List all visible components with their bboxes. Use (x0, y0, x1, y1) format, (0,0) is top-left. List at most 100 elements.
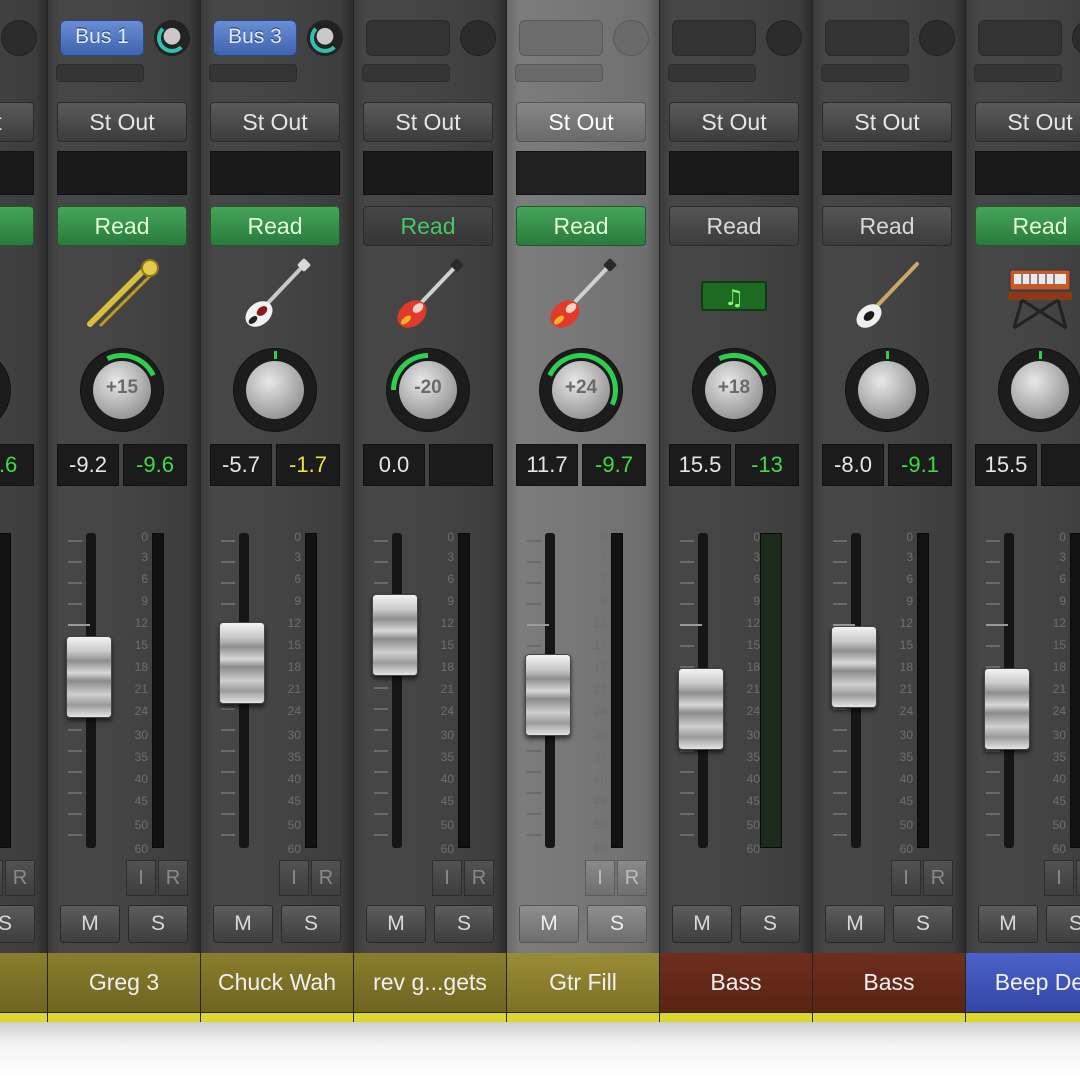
solo-button[interactable]: S (587, 905, 647, 943)
group-slot[interactable] (363, 151, 493, 195)
mute-button[interactable]: M (825, 905, 885, 943)
track-name[interactable]: Gtr Fill (507, 953, 659, 1013)
output-button[interactable]: St Out (516, 102, 646, 142)
input-monitor-button[interactable]: I (891, 860, 921, 896)
output-button[interactable]: St Out (363, 102, 493, 142)
insert-slot[interactable] (668, 64, 756, 82)
send-level-knob[interactable] (1072, 20, 1080, 56)
volume-fader[interactable] (831, 626, 877, 708)
send-level-knob[interactable] (613, 20, 649, 56)
automation-mode-button[interactable]: Read (822, 206, 952, 246)
pan-knob[interactable]: +24 (533, 342, 629, 438)
automation-mode-button[interactable]: Read (57, 206, 187, 246)
output-button[interactable]: St Out (0, 102, 34, 142)
insert-slot[interactable] (362, 64, 450, 82)
output-button[interactable]: St Out (822, 102, 952, 142)
mute-button[interactable]: M (60, 905, 120, 943)
group-slot[interactable] (669, 151, 799, 195)
pan-knob[interactable] (998, 348, 1080, 432)
volume-fader[interactable] (984, 668, 1030, 750)
solo-button[interactable]: S (1046, 905, 1080, 943)
fader-track[interactable] (392, 533, 402, 848)
input-monitor-button[interactable]: I (0, 860, 3, 896)
automation-mode-button[interactable]: Read (975, 206, 1080, 246)
peak-readout[interactable]: 9.6 (0, 444, 34, 486)
bus-send-button[interactable]: Bus 3 (213, 20, 297, 56)
peak-readout[interactable] (429, 444, 493, 486)
automation-mode-button[interactable]: Read (669, 206, 799, 246)
input-monitor-button[interactable]: I (432, 860, 462, 896)
automation-mode-button[interactable]: Read (363, 206, 493, 246)
peak-readout[interactable]: -9.1 (888, 444, 952, 486)
guitar-icon[interactable] (0, 258, 9, 334)
track-name[interactable]: Bass (813, 953, 965, 1013)
send-level-knob[interactable] (1, 20, 37, 56)
send-level-knob[interactable] (919, 20, 955, 56)
group-slot[interactable] (516, 151, 646, 195)
track-name[interactable]: Greg 3 (48, 953, 200, 1013)
solo-button[interactable]: S (434, 905, 494, 943)
track-name[interactable]: Chuck Wah (201, 953, 353, 1013)
insert-slot[interactable] (515, 64, 603, 82)
red-guitar-icon[interactable] (388, 258, 468, 334)
peak-readout[interactable] (1041, 444, 1080, 486)
input-monitor-button[interactable]: I (1044, 860, 1074, 896)
track-name[interactable]: rev g...gets (354, 953, 506, 1013)
mute-button[interactable]: M (519, 905, 579, 943)
volume-fader[interactable] (525, 654, 571, 736)
input-monitor-button[interactable]: I (585, 860, 615, 896)
peak-readout[interactable]: -1.7 (276, 444, 340, 486)
automation-mode-button[interactable]: Read (516, 206, 646, 246)
send-slot[interactable] (366, 20, 450, 56)
send-slot[interactable] (978, 20, 1062, 56)
peak-readout[interactable]: -9.7 (582, 444, 646, 486)
insert-slot[interactable] (209, 64, 297, 82)
solo-button[interactable]: S (893, 905, 953, 943)
synth-keyboard-icon[interactable] (1000, 258, 1080, 334)
send-level-knob[interactable] (766, 20, 802, 56)
midi-region-icon[interactable]: ♫ (694, 258, 774, 334)
volume-fader[interactable] (219, 622, 265, 704)
record-enable-button[interactable]: R (464, 860, 494, 896)
peak-readout[interactable]: -13 (735, 444, 799, 486)
track-name[interactable]: Bass (660, 953, 812, 1013)
group-slot[interactable] (975, 151, 1080, 195)
volume-fader[interactable] (66, 636, 112, 718)
record-enable-button[interactable]: R (311, 860, 341, 896)
send-slot[interactable] (519, 20, 603, 56)
output-button[interactable]: St Out (210, 102, 340, 142)
insert-slot[interactable] (821, 64, 909, 82)
solo-button[interactable]: S (281, 905, 341, 943)
pan-knob[interactable]: -20 (375, 337, 481, 443)
track-name[interactable]: Beep Del (966, 953, 1080, 1013)
output-button[interactable]: St Out (57, 102, 187, 142)
automation-mode-button[interactable]: Read (0, 206, 34, 246)
electric-guitar-icon[interactable] (235, 258, 315, 334)
insert-slot[interactable] (974, 64, 1062, 82)
solo-button[interactable]: S (0, 905, 35, 943)
solo-button[interactable]: S (128, 905, 188, 943)
record-enable-button[interactable]: R (923, 860, 953, 896)
bus-send-button[interactable]: Bus 1 (60, 20, 144, 56)
red-guitar-icon[interactable] (541, 258, 621, 334)
send-level-knob[interactable] (154, 20, 190, 56)
group-slot[interactable] (822, 151, 952, 195)
pan-knob[interactable] (0, 348, 11, 432)
mute-button[interactable]: M (213, 905, 273, 943)
trombone-icon[interactable] (82, 258, 162, 334)
pan-knob[interactable] (233, 348, 317, 432)
send-level-knob[interactable] (460, 20, 496, 56)
input-monitor-button[interactable]: I (279, 860, 309, 896)
solo-button[interactable]: S (740, 905, 800, 943)
volume-fader[interactable] (678, 668, 724, 750)
mute-button[interactable]: M (366, 905, 426, 943)
automation-mode-button[interactable]: Read (210, 206, 340, 246)
group-slot[interactable] (57, 151, 187, 195)
record-enable-button[interactable]: R (5, 860, 35, 896)
output-button[interactable]: St Out (975, 102, 1080, 142)
pan-knob[interactable] (845, 348, 929, 432)
group-slot[interactable] (210, 151, 340, 195)
group-slot[interactable] (0, 151, 34, 195)
pan-knob[interactable]: +18 (686, 342, 782, 438)
record-enable-button[interactable]: R (617, 860, 647, 896)
